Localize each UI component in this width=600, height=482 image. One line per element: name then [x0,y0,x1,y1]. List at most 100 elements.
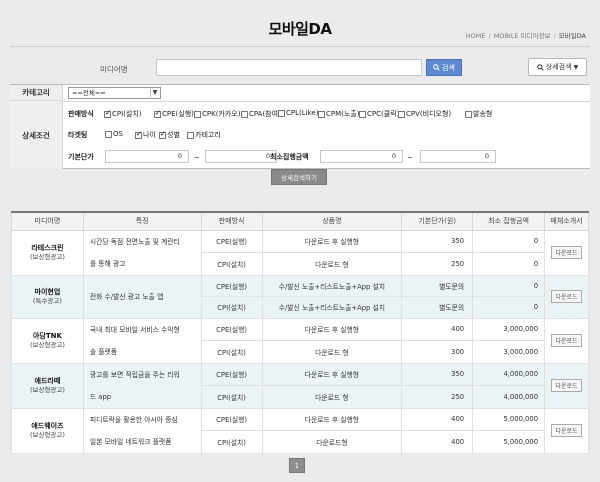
media-type-label: (보상형광고) [29,252,65,261]
advanced-search-label: 상세검색 [545,63,572,71]
download-button[interactable]: 다운로드 [551,379,582,392]
min-amount-from-input[interactable]: 0 [320,150,403,163]
sale-method-cell: CPI(설치) [200,340,263,364]
base-price-cell: 400 [401,317,474,341]
media-name-link[interactable]: 애드라떼 [12,377,83,386]
targeting-checkbox-2[interactable]: 성별 [159,130,180,140]
product-name-cell: 다운로드 후 실행형 [261,317,403,341]
targeting-option-label: OS [113,130,123,138]
feature-cell: 전화 수/발신 광고 노출 앱 [82,274,202,319]
min-amount-cell: 0 [472,296,546,319]
search-button[interactable]: 검색 [426,59,462,76]
base-price-to-input[interactable]: 0 [205,150,277,163]
feature-text-line: 일본 모바일 네트워크 플랫폼 [89,437,172,446]
media-name-input[interactable] [156,59,422,76]
breadcrumb-mobile-media[interactable]: MOBILE 미디어정보 [494,32,551,40]
download-button[interactable]: 다운로드 [551,246,582,259]
media-type-label: (특수광고) [32,296,62,305]
download-button[interactable]: 다운로드 [551,334,582,347]
sale-method-cell: CPE(실행) [200,274,263,297]
targeting-checkbox-3[interactable]: 카테고리 [187,130,221,140]
breadcrumb-home[interactable]: HOME [466,32,486,40]
checkbox-unchecked-icon [318,110,325,118]
checkbox-unchecked-icon [241,110,248,118]
product-name-cell: 다운로드형 [261,430,403,454]
range-tilde: ~ [407,154,413,162]
sale-method-cell: CPE(실행) [200,317,263,341]
product-name-cell: 다운로드 형 [261,340,403,364]
base-price-cell: 별도문의 [401,274,474,297]
media-type-label: (보상형광고) [29,385,65,394]
media-kit-cell: 다운로드 [544,274,589,319]
table-row: 라테스크린 (보상형광고) 시간당 독점 전면노출 및 계란티 를 통해 광고 CPE(… [11,229,589,276]
media-name-cell: 마이현업 (특수광고) [11,274,84,319]
sale-method-cell: CPE(실행) [200,407,263,431]
breadcrumb-current: 모바일DA [558,32,586,40]
media-type-label: (보상형광고) [29,340,65,349]
feature-text-line: 를 통해 광고 [89,259,126,268]
media-name-link[interactable]: 마이현업 [12,288,83,297]
sale-method-checkbox-1[interactable]: CPE(실행) [154,109,194,119]
sale-method-cell: CPE(실행) [200,229,263,253]
col-header-sale-method: 판매방식 [200,212,263,231]
download-button[interactable]: 다운로드 [551,290,582,303]
product-name-cell: 수/발신 노출+리스트노출+App 설치 [261,274,403,297]
sale-method-checkbox-7[interactable]: CPV(비디오형) [398,109,451,119]
feature-text-line: 광고를 보면 적립금을 주는 리워 [89,370,180,379]
media-name-cell: 애드라떼 (보상형광고) [11,362,84,409]
checkbox-unchecked-icon [187,131,194,139]
base-price-cell: 250 [401,252,474,276]
col-header-base-price: 기본단가(원) [401,212,474,231]
media-name-label: 미디어명 [100,65,128,74]
media-kit-cell: 다운로드 [544,317,589,364]
col-header-media-kit: 매체소개서 [544,212,589,231]
targeting-checkbox-1[interactable]: 나이 [135,130,156,140]
sale-method-checkbox-3[interactable]: CPA(참여) [241,109,281,119]
col-header-product: 상품명 [261,212,403,231]
sale-method-cell: CPI(설치) [200,385,263,409]
base-price-label: 기본단가 [68,153,94,161]
product-name-cell: 다운로드 형 [261,252,403,276]
media-name-link[interactable]: 애드웨이즈 [12,422,83,431]
media-kit-cell: 다운로드 [544,407,589,454]
product-name-cell: 다운로드 후 실행형 [261,407,403,431]
checkbox-unchecked-icon [465,110,472,118]
checkbox-unchecked-icon [398,110,405,118]
chevron-down-icon: ▼ [150,89,159,97]
sale-method-checkbox-5[interactable]: CPM(노출) [318,109,360,119]
checkbox-unchecked-icon [194,110,201,118]
breadcrumb-separator: / [553,32,556,40]
base-price-cell: 250 [401,385,474,409]
detail-conditions-label: 상세조건 [10,101,63,169]
sale-method-checkbox-4[interactable]: CPL(Like) [278,109,318,117]
advanced-search-submit-button[interactable]: 상세검색하기 [271,169,327,185]
sale-method-checkbox-8[interactable]: 발송형 [465,109,492,119]
media-name-cell: 라테스크린 (보상형광고) [11,229,84,276]
min-amount-cell: 5,000,000 [472,430,546,454]
base-price-from-input[interactable]: 0 [105,150,189,163]
targeting-checkbox-0[interactable]: OS [105,130,123,138]
advanced-search-toggle[interactable]: 상세검색 ▼ [528,58,587,76]
download-button[interactable]: 다운로드 [551,424,582,437]
targeting-label: 타겟팅 [68,131,88,139]
category-select[interactable]: ==전체== ▼ [68,87,161,99]
sale-method-option-label: CPA(참여) [249,110,281,118]
divider [63,101,590,102]
feature-cell: 피디트락을 활용한 아시아 중심 일본 모바일 네트워크 플랫폼 [82,407,202,454]
base-price-cell: 400 [401,407,474,431]
sale-method-checkbox-6[interactable]: CPC(클릭) [359,109,399,119]
table-row: 아담TNK (보상형광고) 국내 최대 모바일 서비스 수익형 솔 플랫폼 CPE(실행… [11,317,589,364]
breadcrumb: HOME / MOBILE 미디어정보 / 모바일DA [466,30,586,40]
sale-method-option-label: CPE(실행) [162,110,194,118]
media-name-link[interactable]: 아담TNK [12,332,83,341]
sale-method-label: 판매방식 [68,110,94,118]
table-row: 애드라떼 (보상형광고) 광고를 보면 적립금을 주는 리워 드 app CPE(실행)… [11,362,589,409]
feature-cell: 시간당 독점 전면노출 및 계란티 를 통해 광고 [82,229,202,276]
media-name-link[interactable]: 라테스크린 [12,244,83,253]
min-amount-to-input[interactable]: 0 [420,150,496,163]
pagination-page-1[interactable]: 1 [289,458,305,473]
search-conditions-panel: 카테고리 상세조건 ==전체== ▼ 판매방식 타겟팅 기본단가 CPI(설치)… [10,84,590,169]
sale-method-checkbox-2[interactable]: CPK(카카오) [194,109,240,119]
sale-method-checkbox-0[interactable]: CPI(설치) [104,109,142,119]
feature-text-line: 드 app [89,392,112,401]
